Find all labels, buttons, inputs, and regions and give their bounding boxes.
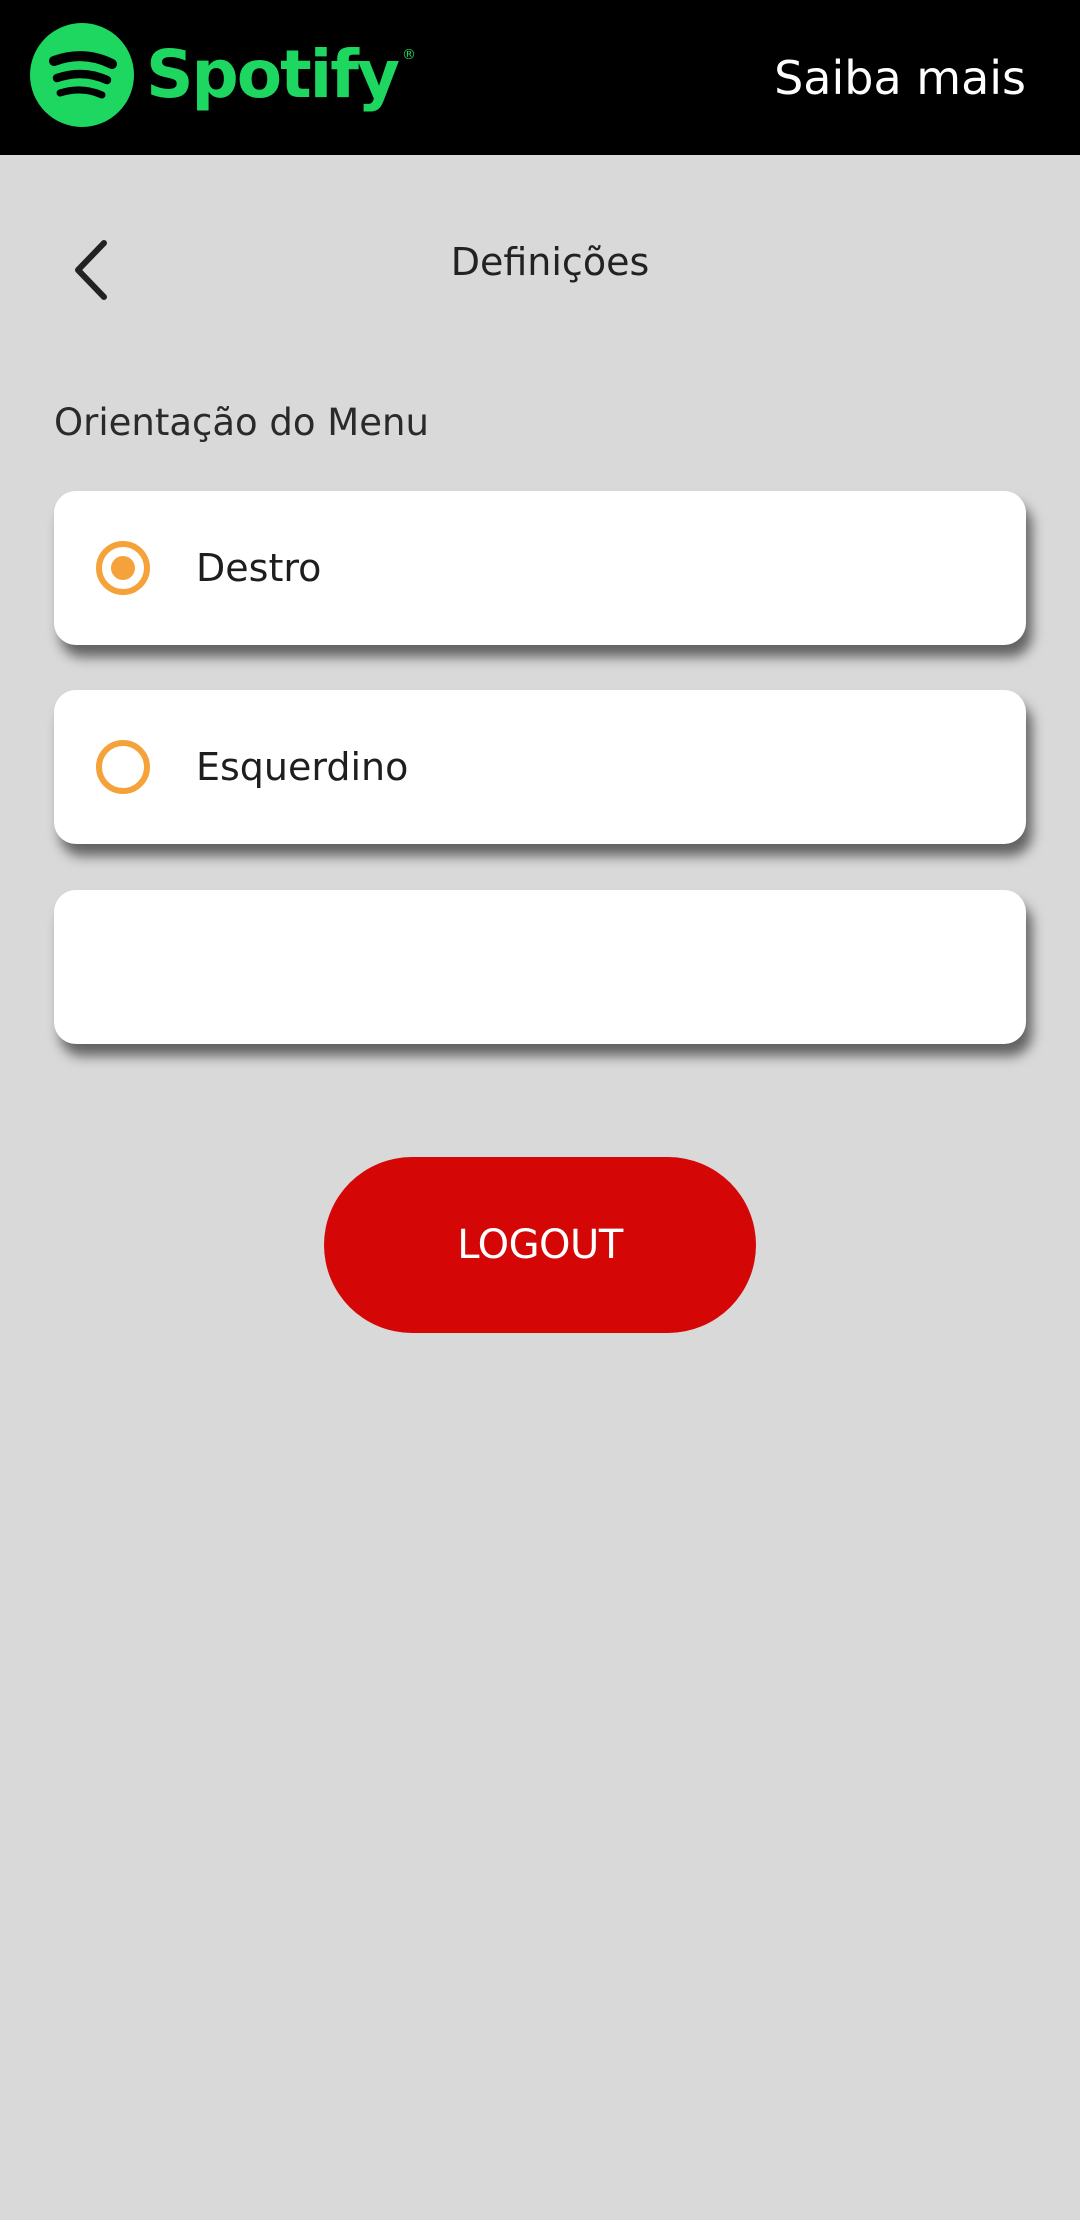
menu-orientation-label: Orientação do Menu xyxy=(54,401,429,444)
page-title: Definições xyxy=(450,240,650,284)
option-empty[interactable] xyxy=(54,890,1026,1044)
registered-mark: ® xyxy=(402,47,417,63)
top-bar: Spotify ® Saiba mais xyxy=(0,0,1080,155)
spotify-icon xyxy=(30,23,134,127)
logout-button[interactable]: LOGOUT xyxy=(324,1157,756,1333)
spotify-logo[interactable]: Spotify ® xyxy=(30,22,417,128)
option-left-handed[interactable]: Esquerdino xyxy=(54,690,1026,844)
radio-button-selected[interactable] xyxy=(96,541,150,595)
option-right-handed[interactable]: Destro xyxy=(54,491,1026,645)
page-header: Definições xyxy=(0,215,1080,315)
radio-selected-dot xyxy=(111,556,135,580)
radio-button[interactable] xyxy=(96,740,150,794)
option-label-right-handed: Destro xyxy=(196,546,322,590)
spotify-wordmark: Spotify ® xyxy=(146,36,417,113)
learn-more-link[interactable]: Saiba mais xyxy=(774,50,1026,106)
option-label-left-handed: Esquerdino xyxy=(196,745,409,789)
